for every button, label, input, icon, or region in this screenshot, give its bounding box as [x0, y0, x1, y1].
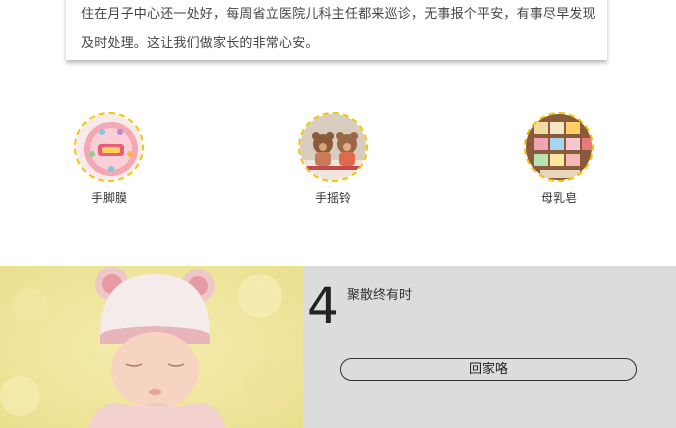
- product-label-soap: 母乳皂: [540, 191, 577, 205]
- breastmilk-soap-photo: [524, 112, 594, 182]
- product-label-foot-mask: 手脚膜: [90, 191, 127, 205]
- story-caption: 聚散终有时: [347, 288, 413, 303]
- go-home-button[interactable]: 回家咯: [340, 358, 637, 381]
- product-label-rattle: 手摇铃: [314, 191, 351, 205]
- intro-text: 住在月子中心还一处好，每周省立医院儿科主任都来巡诊，无事报个平安，有事尽早发现及…: [81, 7, 596, 51]
- product-item-soap[interactable]: 母乳皂: [509, 112, 609, 206]
- intro-card: 住在月子中心还一处好，每周省立医院儿科主任都来巡诊，无事报个平安，有事尽早发现及…: [66, 0, 607, 60]
- story-panel: 4 聚散终有时 回家咯: [303, 266, 676, 428]
- product-item-foot-mask[interactable]: 手脚膜: [59, 112, 159, 206]
- foot-mask-product-photo: [74, 112, 144, 182]
- story-number: 4: [307, 277, 339, 335]
- product-row: 手脚膜 手摇铃 母乳皂: [0, 112, 676, 212]
- product-item-rattle[interactable]: 手摇铃: [283, 112, 383, 206]
- baby-photo: [0, 266, 303, 428]
- rattle-toy-photo: [298, 112, 368, 182]
